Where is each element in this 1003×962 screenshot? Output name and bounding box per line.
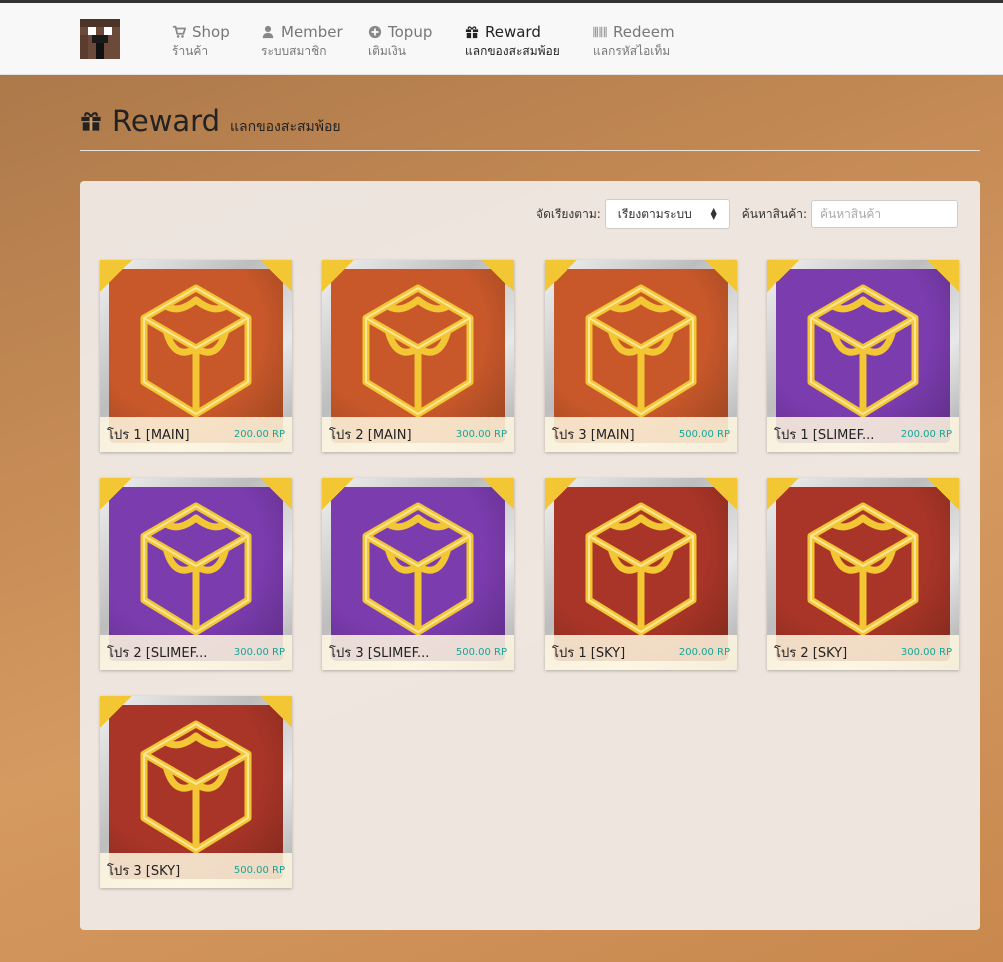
chest-icon bbox=[807, 284, 919, 418]
header-divider bbox=[80, 150, 980, 151]
chest-icon bbox=[140, 284, 252, 418]
reward-price: 300.00 RP bbox=[455, 429, 507, 440]
nav-shop-label: Shop bbox=[192, 23, 230, 41]
reward-price: 500.00 RP bbox=[678, 429, 730, 440]
reward-price: 300.00 RP bbox=[233, 647, 285, 658]
gold-corner-decoration bbox=[322, 260, 354, 292]
reward-price: 500.00 RP bbox=[233, 865, 285, 876]
gold-corner-decoration bbox=[767, 260, 799, 292]
page-title: Reward bbox=[112, 104, 220, 138]
reward-panel: จัดเรียงตาม: เรียงตามระบบ ▲ ▼ ค้นหาสินค้า… bbox=[80, 181, 980, 930]
gift-icon bbox=[81, 112, 101, 131]
chest-icon bbox=[585, 502, 697, 636]
sort-label: จัดเรียงตาม: bbox=[536, 206, 601, 221]
nav-member[interactable]: Member ระบบสมาชิก bbox=[261, 22, 343, 59]
reward-card[interactable]: โปร 2 [SKY] 300.00 RP bbox=[767, 478, 959, 670]
card-caption: โปร 1 [SKY] 200.00 RP bbox=[545, 635, 737, 670]
reward-card[interactable]: โปร 3 [SLIMEF... 500.00 RP bbox=[322, 478, 514, 670]
chest-icon bbox=[807, 502, 919, 636]
chest-icon bbox=[140, 502, 252, 636]
card-caption: โปร 1 [MAIN] 200.00 RP bbox=[100, 417, 292, 452]
reward-name: โปร 2 [SLIMEF... bbox=[107, 646, 208, 661]
barcode-icon bbox=[593, 26, 607, 38]
sort-select[interactable]: เรียงตามระบบ ▲ ▼ bbox=[604, 199, 730, 229]
gold-corner-decoration bbox=[705, 478, 737, 510]
gold-corner-decoration bbox=[260, 260, 292, 292]
gold-corner-decoration bbox=[100, 478, 132, 510]
gold-corner-decoration bbox=[927, 260, 959, 292]
gold-corner-decoration bbox=[927, 478, 959, 510]
reward-card[interactable]: โปร 2 [MAIN] 300.00 RP bbox=[322, 260, 514, 452]
nav-redeem-sub: แลกรหัสไอเท็ม bbox=[593, 44, 671, 58]
chest-icon bbox=[362, 502, 474, 636]
page-subtitle: แลกของสะสมพ้อย bbox=[230, 119, 341, 135]
plus-circle-icon bbox=[368, 25, 382, 39]
gold-corner-decoration bbox=[545, 260, 577, 292]
reward-card[interactable]: โปร 3 [MAIN] 500.00 RP bbox=[545, 260, 737, 452]
reward-price: 300.00 RP bbox=[900, 647, 952, 658]
chest-icon bbox=[140, 720, 252, 854]
gold-corner-decoration bbox=[322, 478, 354, 510]
chevron-updown-icon: ▲ ▼ bbox=[710, 206, 717, 221]
search-input[interactable] bbox=[811, 200, 958, 228]
card-caption: โปร 3 [SKY] 500.00 RP bbox=[100, 853, 292, 888]
gold-corner-decoration bbox=[260, 478, 292, 510]
gold-corner-decoration bbox=[705, 260, 737, 292]
nav-topup-sub: เติมเงิน bbox=[368, 44, 406, 58]
gold-corner-decoration bbox=[260, 696, 292, 728]
nav-reward-sub: แลกของสะสมพ้อย bbox=[465, 44, 560, 58]
reward-price: 200.00 RP bbox=[678, 647, 730, 658]
nav-reward[interactable]: Reward แลกของสะสมพ้อย bbox=[465, 22, 560, 59]
reward-card[interactable]: โปร 1 [MAIN] 200.00 RP bbox=[100, 260, 292, 452]
card-caption: โปร 2 [SLIMEF... 300.00 RP bbox=[100, 635, 292, 670]
gold-corner-decoration bbox=[545, 478, 577, 510]
sort-value: เรียงตามระบบ bbox=[617, 206, 692, 221]
nav-topup-label: Topup bbox=[388, 23, 433, 41]
reward-name: โปร 3 [SKY] bbox=[107, 864, 181, 879]
reward-card[interactable]: โปร 2 [SLIMEF... 300.00 RP bbox=[100, 478, 292, 670]
nav-member-label: Member bbox=[281, 23, 343, 41]
reward-name: โปร 2 [MAIN] bbox=[329, 428, 412, 443]
reward-name: โปร 3 [SLIMEF... bbox=[329, 646, 430, 661]
reward-card[interactable]: โปร 3 [SKY] 500.00 RP bbox=[100, 696, 292, 888]
card-caption: โปร 3 [SLIMEF... 500.00 RP bbox=[322, 635, 514, 670]
gold-corner-decoration bbox=[767, 478, 799, 510]
filter-bar: จัดเรียงตาม: เรียงตามระบบ ▲ ▼ ค้นหาสินค้า… bbox=[536, 199, 958, 229]
site-logo[interactable] bbox=[80, 19, 120, 59]
reward-price: 500.00 RP bbox=[455, 647, 507, 658]
nav-shop[interactable]: Shop ร้านค้า bbox=[172, 22, 230, 59]
nav-redeem-label: Redeem bbox=[613, 23, 675, 41]
reward-name: โปร 2 [SKY] bbox=[774, 646, 848, 661]
user-icon bbox=[262, 25, 274, 39]
cart-icon bbox=[172, 25, 186, 38]
nav-member-sub: ระบบสมาชิก bbox=[261, 44, 327, 58]
reward-card[interactable]: โปร 1 [SKY] 200.00 RP bbox=[545, 478, 737, 670]
reward-price: 200.00 RP bbox=[233, 429, 285, 440]
reward-name: โปร 3 [MAIN] bbox=[552, 428, 635, 443]
gift-icon bbox=[465, 26, 479, 39]
card-caption: โปร 1 [SLIMEF... 200.00 RP bbox=[767, 417, 959, 452]
search-label: ค้นหาสินค้า: bbox=[741, 206, 807, 221]
reward-name: โปร 1 [SKY] bbox=[552, 646, 626, 661]
reward-name: โปร 1 [MAIN] bbox=[107, 428, 190, 443]
chest-icon bbox=[362, 284, 474, 418]
page-header: Reward แลกของสะสมพ้อย bbox=[80, 104, 341, 138]
gold-corner-decoration bbox=[482, 478, 514, 510]
nav-shop-sub: ร้านค้า bbox=[172, 44, 209, 58]
reward-card[interactable]: โปร 1 [SLIMEF... 200.00 RP bbox=[767, 260, 959, 452]
gold-corner-decoration bbox=[482, 260, 514, 292]
nav-redeem[interactable]: Redeem แลกรหัสไอเท็ม bbox=[593, 22, 675, 59]
chest-icon bbox=[585, 284, 697, 418]
reward-price: 200.00 RP bbox=[900, 429, 952, 440]
card-caption: โปร 3 [MAIN] 500.00 RP bbox=[545, 417, 737, 452]
card-caption: โปร 2 [SKY] 300.00 RP bbox=[767, 635, 959, 670]
card-caption: โปร 2 [MAIN] 300.00 RP bbox=[322, 417, 514, 452]
gold-corner-decoration bbox=[100, 696, 132, 728]
navbar: Shop ร้านค้า Member ระบบสมาชิก Topup เติ… bbox=[0, 3, 1003, 75]
reward-name: โปร 1 [SLIMEF... bbox=[774, 428, 875, 443]
nav-reward-label: Reward bbox=[485, 23, 541, 41]
nav-topup[interactable]: Topup เติมเงิน bbox=[368, 22, 432, 59]
gold-corner-decoration bbox=[100, 260, 132, 292]
